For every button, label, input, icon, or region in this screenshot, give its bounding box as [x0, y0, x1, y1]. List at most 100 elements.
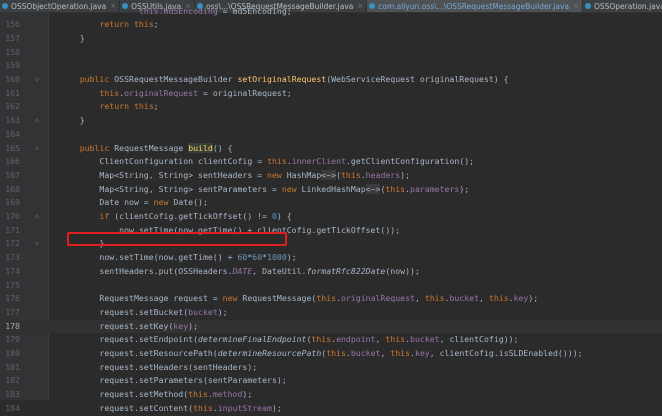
code-token: request.setBucket(: [60, 306, 189, 317]
code-token: (now));: [385, 265, 420, 276]
code-token: );: [271, 402, 282, 413]
code-text: Date now = new Date();: [60, 196, 207, 210]
code-token: endpoint: [336, 334, 376, 345]
code-token: bucket: [188, 306, 218, 317]
line-number: 160: [5, 74, 20, 84]
code-line[interactable]: 177 request.setBucket(bucket);: [0, 306, 662, 320]
code-token: );: [528, 293, 539, 304]
fold-marker-icon[interactable]: ◇: [34, 76, 40, 83]
code-line[interactable]: 162 return this;: [0, 100, 662, 114]
code-line[interactable]: 181 request.setHeaders(sentHeaders);: [0, 361, 662, 375]
code-line[interactable]: 175: [0, 279, 662, 293]
code-text: Map<String, String> sentHeaders = new Ha…: [60, 169, 410, 183]
code-line[interactable]: 160 ◇ public OSSRequestMessageBuilder set…: [0, 73, 662, 87]
code-token: .getClientConfiguration();: [345, 156, 475, 167]
line-number: 166: [5, 156, 20, 167]
code-text: }: [60, 114, 85, 128]
code-line[interactable]: 173 now.setTime(now.getTime() + 60*60*10…: [0, 251, 662, 265]
code-line[interactable]: 176 RequestMessage request = new Request…: [0, 292, 662, 306]
code-token: HashMap: [286, 169, 322, 180]
code-line[interactable]: 157 }: [0, 32, 662, 46]
code-token: RequestMessage request =: [60, 293, 223, 304]
code-token: this: [385, 334, 406, 345]
code-line[interactable]: 159: [0, 59, 662, 73]
code-line[interactable]: 161 this.originalRequest = originalReque…: [0, 87, 662, 101]
fold-marker-icon[interactable]: ◇: [34, 145, 40, 152]
code-text: request.setKey(key);: [60, 320, 198, 334]
line-number: 172: [5, 238, 20, 249]
code-token: bucket: [350, 348, 381, 358]
code-token: innerClient: [291, 156, 346, 167]
code-line[interactable]: 165 ◇ public RequestMessage build() {: [0, 142, 662, 156]
code-token: request.setHeaders(sentHeaders);: [60, 361, 258, 372]
code-token: bucket: [410, 334, 440, 345]
code-text: Map<String, String> sentParameters = new…: [60, 183, 469, 197]
code-line[interactable]: 182 request.setParameters(sentParameters…: [0, 374, 662, 388]
code-line[interactable]: 184 request.setContent(this.inputStream)…: [0, 402, 662, 416]
code-editor[interactable]: this.md5Encoding = md5Encoding; 156 retur…: [0, 6, 662, 413]
code-line[interactable]: 166 ClientConfiguration clientCofig = th…: [0, 155, 662, 169]
code-text: this.md5Encoding = md5Encoding;: [60, 5, 292, 19]
code-token: this: [316, 293, 337, 304]
code-line[interactable]: 170 ◇ if (clientCofig.getTickOffset() != …: [0, 210, 662, 224]
line-number: 181: [5, 361, 20, 372]
line-number: 162: [5, 101, 20, 112]
code-line[interactable]: 178 request.setKey(key);: [0, 319, 662, 334]
code-token: LinkedHashMap: [301, 183, 366, 194]
code-token: () {: [212, 142, 233, 153]
code-line[interactable]: 164: [0, 128, 662, 142]
fold-marker-icon[interactable]: ◇: [34, 213, 40, 220]
code-line[interactable]: 167 Map<String, String> sentHeaders = ne…: [0, 169, 662, 183]
code-text: this.originalRequest = originalRequest;: [60, 87, 291, 101]
fold-marker-icon[interactable]: ◇: [34, 240, 40, 247]
code-token: new: [222, 293, 243, 304]
code-text: ClientConfiguration clientCofig = this.i…: [60, 155, 474, 169]
code-line[interactable]: 156 return this;: [0, 18, 662, 32]
code-line[interactable]: 169 Date now = new Date();: [0, 196, 662, 210]
code-token: ,: [479, 293, 489, 304]
code-token: determineResourcePath: [217, 348, 322, 358]
code-token: this: [188, 389, 208, 400]
line-number: 158: [5, 46, 20, 57]
code-text: public OSSRequestMessageBuilder setOrigi…: [60, 73, 509, 87]
code-token: }: [60, 115, 85, 126]
code-line[interactable]: 180 request.setResourcePath(determineRes…: [0, 347, 662, 361]
code-token: ClientConfiguration: [60, 156, 199, 167]
code-line[interactable]: 179 request.setEndpoint(determineFinalEn…: [0, 333, 662, 347]
code-token: method: [212, 389, 243, 400]
code-line[interactable]: 168 Map<String, String> sentParameters =…: [0, 183, 662, 197]
line-number: 167: [5, 169, 20, 180]
code-token: <~>: [365, 183, 381, 194]
code-text: if (clientCofig.getTickOffset() != 0) {: [60, 210, 291, 224]
code-token: this: [267, 156, 287, 167]
fold-marker-icon[interactable]: ◇: [34, 117, 40, 124]
code-token: this: [193, 402, 213, 413]
code-token: request.setEndpoint(: [60, 334, 199, 345]
code-line[interactable]: 163 ◇ }: [0, 114, 662, 128]
code-token: this: [311, 334, 332, 345]
line-number: 168: [5, 183, 20, 194]
line-number: 170: [5, 211, 20, 221]
code-line[interactable]: 174 sentHeaders.put(OSSHeaders.DATE, Dat…: [0, 265, 662, 279]
line-number: 182: [5, 375, 20, 386]
line-number: 165: [5, 142, 20, 153]
code-token: );: [400, 169, 411, 180]
code-text: return this;: [60, 100, 158, 114]
code-token: );: [286, 252, 297, 263]
code-token: return this: [99, 101, 154, 112]
code-token: );: [459, 183, 470, 194]
code-token: setOriginalRequest: [237, 74, 327, 84]
code-token: bucket: [449, 293, 480, 304]
code-token: build: [188, 142, 213, 153]
code-token: sentHeaders.put(OSSHeaders.: [60, 265, 233, 276]
code-token: new: [281, 183, 302, 194]
code-line[interactable]: 158: [0, 46, 662, 60]
code-line[interactable]: this.md5Encoding = md5Encoding;: [0, 5, 662, 19]
code-token: Date now =: [60, 197, 154, 208]
